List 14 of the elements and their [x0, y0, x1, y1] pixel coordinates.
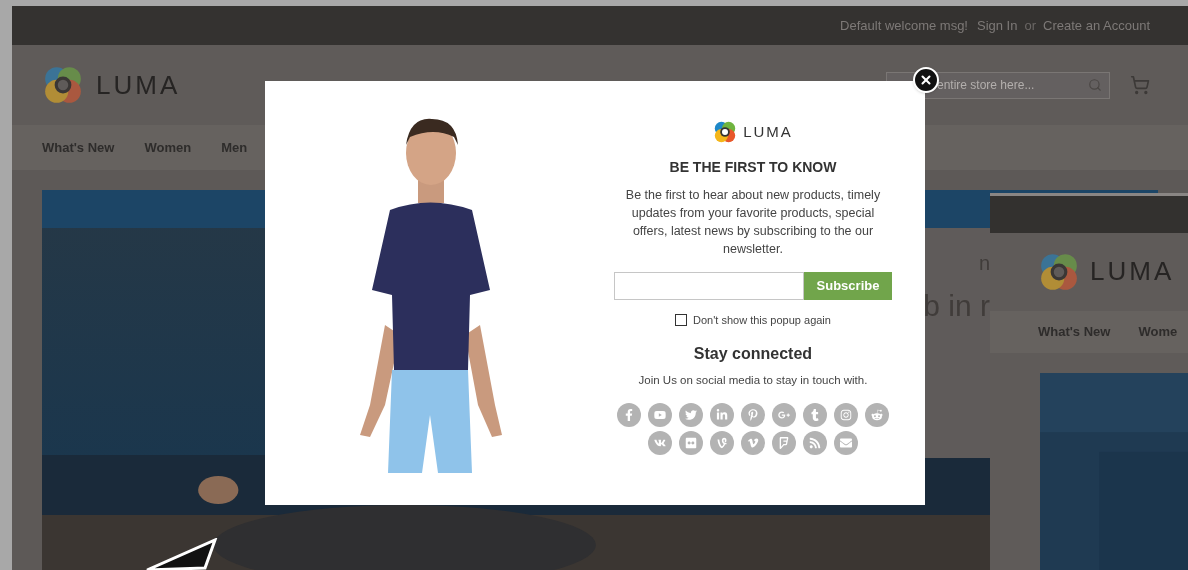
search-icon — [1088, 77, 1102, 92]
nav-item[interactable]: Men — [221, 137, 248, 158]
nav-item[interactable]: What's New — [42, 137, 115, 158]
nav-item[interactable]: Women — [144, 137, 192, 158]
logo-icon — [713, 120, 738, 144]
header-link[interactable]: Create an Account — [1043, 15, 1150, 36]
header-text: Default welcome msg! — [840, 16, 968, 35]
logo-text: LUMA — [96, 68, 181, 102]
logo-icon — [42, 64, 84, 106]
header-link[interactable]: Sign In — [977, 15, 1018, 36]
close-icon — [919, 73, 933, 87]
cart-icon[interactable] — [1130, 75, 1150, 95]
logo-text: LUMA — [743, 121, 793, 142]
popup-title: BE THE FIRST TO KNOW — [669, 158, 837, 177]
